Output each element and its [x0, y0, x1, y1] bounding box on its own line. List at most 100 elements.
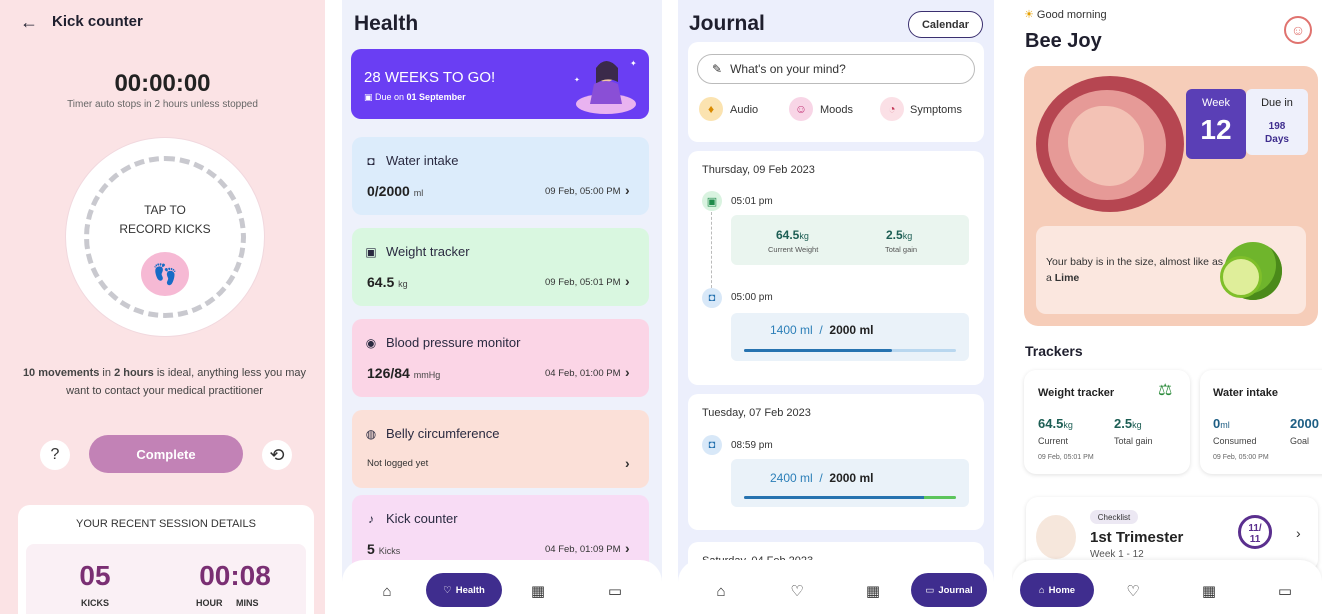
- baby-size-text: Your baby is in the size, almost like as…: [1046, 254, 1226, 286]
- chevron-right-icon[interactable]: ›: [625, 273, 630, 289]
- tracker-unit: ml: [413, 188, 424, 198]
- due-days-num: 198: [1268, 121, 1286, 132]
- water-sep: /: [819, 471, 823, 485]
- tracker-card[interactable]: [352, 137, 649, 215]
- edit-icon: ✎: [712, 62, 723, 76]
- smiley-icon[interactable]: ☺: [789, 97, 813, 121]
- help-button[interactable]: ?: [40, 440, 70, 470]
- calendar-icon: ▣: [364, 92, 376, 102]
- tracker-title-text: Blood pressure monitor: [386, 335, 521, 350]
- duration-value: 00:08: [199, 560, 271, 591]
- water-unit: ml: [800, 471, 813, 485]
- chip-moods[interactable]: Moods: [820, 104, 853, 116]
- kick-counter-screen: ← Kick counter 00:00:00 Timer auto stops…: [0, 0, 325, 614]
- tools-icon[interactable]: ▦: [527, 580, 549, 602]
- msg-mid: in: [99, 367, 115, 379]
- tracker-value-num: 5: [367, 541, 375, 557]
- chevron-right-icon[interactable]: ›: [625, 182, 630, 198]
- water-sep: /: [819, 323, 823, 337]
- tracker-card[interactable]: [352, 228, 649, 306]
- water-date: 09 Feb, 05:00 PM: [1213, 454, 1269, 461]
- calendar-button[interactable]: Calendar: [908, 11, 983, 38]
- chip-audio[interactable]: Audio: [730, 104, 758, 116]
- complete-button[interactable]: Complete: [89, 435, 243, 473]
- tracker-card-title: ▣ Weight tracker: [364, 244, 470, 259]
- tools-icon[interactable]: ▦: [862, 580, 884, 602]
- journal-icon: ▭: [925, 584, 935, 596]
- days-label: Days: [1265, 134, 1289, 145]
- week-number: 12: [1200, 114, 1232, 145]
- gain-unit: kg: [902, 231, 913, 241]
- chevron-right-icon[interactable]: ›: [625, 455, 630, 471]
- total-gain-unit: kg: [1132, 420, 1142, 430]
- tracker-title-text: Weight tracker: [386, 244, 470, 259]
- heart-icon[interactable]: ♡: [1122, 580, 1144, 602]
- checklist-total: 11: [1249, 534, 1261, 545]
- mins-label: MINS: [236, 598, 259, 608]
- symptoms-icon[interactable]: ◔: [880, 97, 904, 121]
- nav-journal-tab[interactable]: ▭ Journal: [911, 573, 987, 607]
- home-icon[interactable]: ⌂: [376, 580, 398, 602]
- heart-icon[interactable]: ♡: [786, 580, 808, 602]
- tracker-value: Not logged yet: [367, 458, 429, 469]
- tracker-value: 126/84 mmHg: [367, 365, 440, 381]
- gain-label: Total gain: [885, 245, 918, 254]
- home-icon[interactable]: ⌂: [710, 580, 732, 602]
- greeting-text: Good morning: [1036, 9, 1107, 21]
- hour-label: HOUR: [196, 598, 223, 608]
- profile-icon[interactable]: ☺: [1284, 16, 1312, 44]
- page-title: Health: [354, 12, 419, 35]
- water-entry: [731, 313, 969, 361]
- weight-tracker-title: Weight tracker: [1038, 387, 1115, 399]
- tracker-date: 09 Feb, 05:00 PM: [545, 186, 621, 197]
- timer-note: Timer auto stops in 2 hours unless stopp…: [67, 99, 258, 110]
- journal-icon[interactable]: ▭: [604, 580, 626, 602]
- gain-value: 2.5kg: [886, 228, 912, 242]
- tracker-card[interactable]: [352, 319, 649, 397]
- svg-text:✦: ✦: [630, 59, 637, 68]
- tap-line-1: TAP TO: [144, 203, 186, 217]
- tracker-value: 64.5 kg: [367, 274, 408, 290]
- tracker-value-num: 126/84: [367, 365, 410, 381]
- session-title: YOUR RECENT SESSION DETAILS: [76, 518, 256, 530]
- chevron-right-icon[interactable]: ›: [625, 540, 630, 556]
- water-goal-unit: ml: [859, 323, 874, 337]
- weight-date: 09 Feb, 05:01 PM: [1038, 454, 1094, 461]
- nav-home-label: Home: [1048, 584, 1076, 596]
- footprint-icon[interactable]: 👣: [141, 252, 189, 296]
- belly-icon: ◍: [365, 427, 377, 441]
- scale-icon: ▣: [365, 245, 377, 259]
- water-progress-bar: [744, 349, 956, 352]
- chip-symptoms[interactable]: Symptoms: [910, 104, 962, 116]
- due-days: 198 Days: [1246, 120, 1308, 146]
- greeting: ☀ Good morning: [1024, 8, 1107, 21]
- pressure-icon: ◉: [365, 336, 377, 350]
- tracker-card-title: ◘ Water intake: [364, 153, 458, 168]
- water-goal: 2000: [829, 323, 857, 337]
- consumed-label: Consumed: [1213, 436, 1257, 446]
- reset-icon[interactable]: ⟲: [262, 440, 292, 470]
- nav-home-tab[interactable]: ⌂ Home: [1020, 573, 1094, 607]
- week-label: Week: [1202, 97, 1230, 109]
- home-icon: ⌂: [1038, 584, 1045, 596]
- tracker-card[interactable]: [352, 410, 649, 488]
- weight-label: Current Weight: [768, 245, 819, 254]
- back-arrow-icon[interactable]: ←: [20, 12, 38, 33]
- nav-health-tab[interactable]: ♡ Health: [426, 573, 502, 607]
- journal-input[interactable]: ✎ What's on your mind?: [697, 54, 975, 84]
- water-progress-bar: [744, 496, 956, 499]
- microphone-icon[interactable]: ♦: [699, 97, 723, 121]
- water-consumed: 1400: [770, 323, 797, 337]
- sun-icon: ☀: [1024, 9, 1037, 21]
- tracker-date: 04 Feb, 01:09 PM: [545, 544, 621, 555]
- weight-value: 64.5kg: [776, 228, 809, 242]
- tap-instruction: TAP TO RECORD KICKS: [66, 201, 264, 239]
- weight-entry: [731, 215, 969, 265]
- entry-time: 08:59 pm: [731, 440, 773, 451]
- tracker-unit: Kicks: [378, 546, 401, 556]
- journal-icon[interactable]: ▭: [1274, 580, 1296, 602]
- chevron-right-icon[interactable]: ›: [625, 364, 630, 380]
- mother-illustration: ✦ ✦: [574, 59, 637, 114]
- chevron-right-icon[interactable]: ›: [1296, 525, 1301, 541]
- tools-icon[interactable]: ▦: [1198, 580, 1220, 602]
